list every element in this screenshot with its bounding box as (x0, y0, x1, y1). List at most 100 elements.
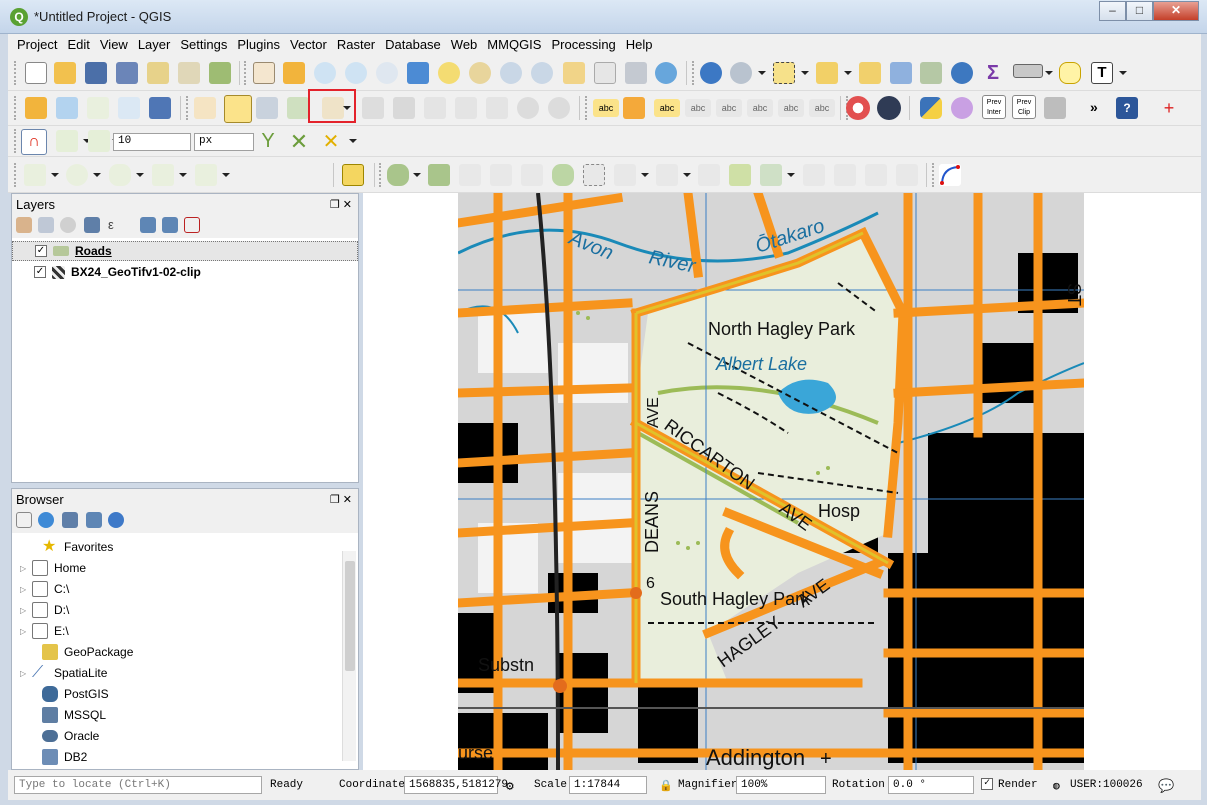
split-features-icon[interactable] (729, 164, 751, 186)
snap-intersection-icon[interactable]: ✕ (288, 129, 310, 154)
toolbar-grip[interactable] (14, 96, 17, 120)
toolbar-grip[interactable] (692, 61, 695, 85)
undo-icon[interactable] (517, 97, 539, 119)
cut-features-icon[interactable] (424, 97, 446, 119)
toolbar-grip[interactable] (14, 61, 17, 85)
scale-combobox[interactable]: 1:17844 (569, 776, 647, 794)
pan-to-selection-icon[interactable] (283, 62, 305, 84)
refresh-icon[interactable] (655, 62, 677, 84)
move-feature-icon[interactable] (387, 164, 409, 186)
menu-view[interactable]: View (100, 37, 128, 52)
collapse-all-icon[interactable] (162, 217, 178, 233)
browser-item-geopackage[interactable]: GeoPackage (12, 642, 358, 662)
save-project-icon[interactable] (85, 62, 107, 84)
remove-layer-icon[interactable] (184, 217, 200, 233)
menu-web[interactable]: Web (451, 37, 478, 52)
new-map-view-icon[interactable] (563, 62, 585, 84)
lock-scale-icon[interactable]: 🔒 (659, 779, 673, 793)
snap-tracing-icon[interactable]: Y (257, 130, 279, 152)
menu-plugins[interactable]: Plugins (237, 37, 280, 52)
layer-labeling-icon[interactable]: abc (593, 99, 619, 117)
copy-features-icon[interactable] (455, 97, 477, 119)
menu-processing[interactable]: Processing (551, 37, 615, 52)
menu-raster[interactable]: Raster (337, 37, 375, 52)
properties-info-icon[interactable] (108, 512, 124, 528)
filter-browser-icon[interactable] (62, 512, 78, 528)
menu-database[interactable]: Database (385, 37, 441, 52)
map-raster-view[interactable]: Avon River Ōtakaro North Hagley Park Alb… (458, 193, 1084, 770)
zoom-last-icon[interactable] (500, 62, 522, 84)
plugin-ring-icon[interactable] (846, 96, 870, 120)
highlight-pinned-labels-icon[interactable]: abc (654, 99, 680, 117)
print-icon[interactable] (1044, 97, 1066, 119)
open-project-icon[interactable] (54, 62, 76, 84)
browser-item-spatialite[interactable]: ▷ ⟋ SpatiaLite (12, 663, 358, 683)
rotation-spinbox[interactable]: 0.0 ° (888, 776, 974, 794)
fill-ring-icon[interactable] (552, 164, 574, 186)
toolbar-overflow-icon[interactable]: » (1090, 99, 1098, 115)
rotate-feature-icon[interactable] (428, 164, 450, 186)
render-checkbox[interactable]: ✓ (981, 778, 993, 790)
menu-vector[interactable]: Vector (290, 37, 327, 52)
panel-float-close-icon[interactable]: ❐ ✕ (330, 198, 352, 211)
locate-search-input[interactable]: Type to locate (Ctrl+K) (14, 776, 262, 794)
coordinate-field[interactable]: 1568835,5181279 (404, 776, 508, 794)
browser-item-mssql[interactable]: MSSQL (12, 705, 358, 725)
toggle-editing-pencil-icon[interactable] (224, 95, 252, 123)
delete-part-icon[interactable] (614, 164, 636, 186)
new-print-layout-icon[interactable] (147, 62, 169, 84)
menu-project[interactable]: Project (17, 37, 57, 52)
messages-icon[interactable]: 💬 (1158, 779, 1174, 794)
python-console-icon[interactable] (920, 97, 942, 119)
menu-settings[interactable]: Settings (180, 37, 227, 52)
toolbar-grip[interactable] (585, 96, 588, 120)
pan-hand-icon[interactable] (253, 62, 275, 84)
data-source-manager-icon[interactable] (25, 97, 47, 119)
plugin-purple-icon[interactable] (951, 97, 973, 119)
new-3d-map-icon[interactable] (594, 62, 616, 84)
snap-vertex-icon[interactable] (88, 130, 110, 152)
add-ring-gray-icon[interactable] (490, 164, 512, 186)
zoom-next-icon[interactable] (531, 62, 553, 84)
new-shapefile-layer-icon[interactable] (87, 97, 109, 119)
add-group-icon[interactable] (38, 217, 54, 233)
browser-item-d-drive[interactable]: ▷ D:\ (12, 600, 358, 620)
add-ellipse-icon[interactable] (109, 164, 131, 186)
help-icon[interactable]: ? (1116, 97, 1138, 119)
rotate-point-symbols-icon[interactable] (865, 164, 887, 186)
measure-ruler-icon[interactable] (1013, 64, 1043, 78)
toolbar-grip[interactable] (186, 96, 189, 120)
style-manager-icon[interactable] (209, 62, 231, 84)
browser-item-oracle[interactable]: Oracle (12, 726, 358, 746)
browser-item-favorites[interactable]: ★ Favorites (12, 537, 358, 557)
menu-edit[interactable]: Edit (67, 37, 89, 52)
add-circle-icon[interactable] (66, 164, 88, 186)
offset-point-symbols-icon[interactable] (896, 164, 918, 186)
new-geopackage-layer-icon[interactable] (56, 97, 78, 119)
show-hide-labels-icon[interactable]: abc (716, 99, 742, 117)
style-panel-icon[interactable] (16, 217, 32, 233)
manage-visibility-icon[interactable] (60, 217, 76, 233)
browser-item-e-drive[interactable]: ▷ E:\ (12, 621, 358, 641)
simplify-feature-icon[interactable] (459, 164, 481, 186)
pin-labels-icon[interactable]: abc (685, 99, 711, 117)
offset-curve-icon[interactable] (698, 164, 720, 186)
globe-plugin-icon[interactable] (877, 96, 901, 120)
select-by-value-icon[interactable] (816, 62, 838, 84)
browser-scrollbar[interactable] (342, 551, 356, 761)
save-as-icon[interactable] (116, 62, 138, 84)
modify-attributes-icon[interactable] (362, 97, 384, 119)
current-edits-pencil-icon[interactable] (194, 97, 216, 119)
redo-icon[interactable] (548, 97, 570, 119)
zoom-to-selection-icon[interactable] (438, 62, 460, 84)
panel-float-close-icon[interactable]: ❐ ✕ (330, 493, 352, 506)
statistics-sigma-icon[interactable]: Σ (982, 62, 1004, 84)
scrollbar-thumb[interactable] (345, 561, 355, 671)
new-bookmark-icon[interactable] (625, 62, 647, 84)
deselect-features-icon[interactable] (859, 62, 881, 84)
advanced-digitizing-icon[interactable] (342, 164, 364, 186)
layer-diagram-icon[interactable] (623, 97, 645, 119)
toolbar-grip[interactable] (14, 129, 17, 153)
new-temp-layer-icon[interactable] (118, 97, 140, 119)
reshape-features-icon[interactable] (656, 164, 678, 186)
